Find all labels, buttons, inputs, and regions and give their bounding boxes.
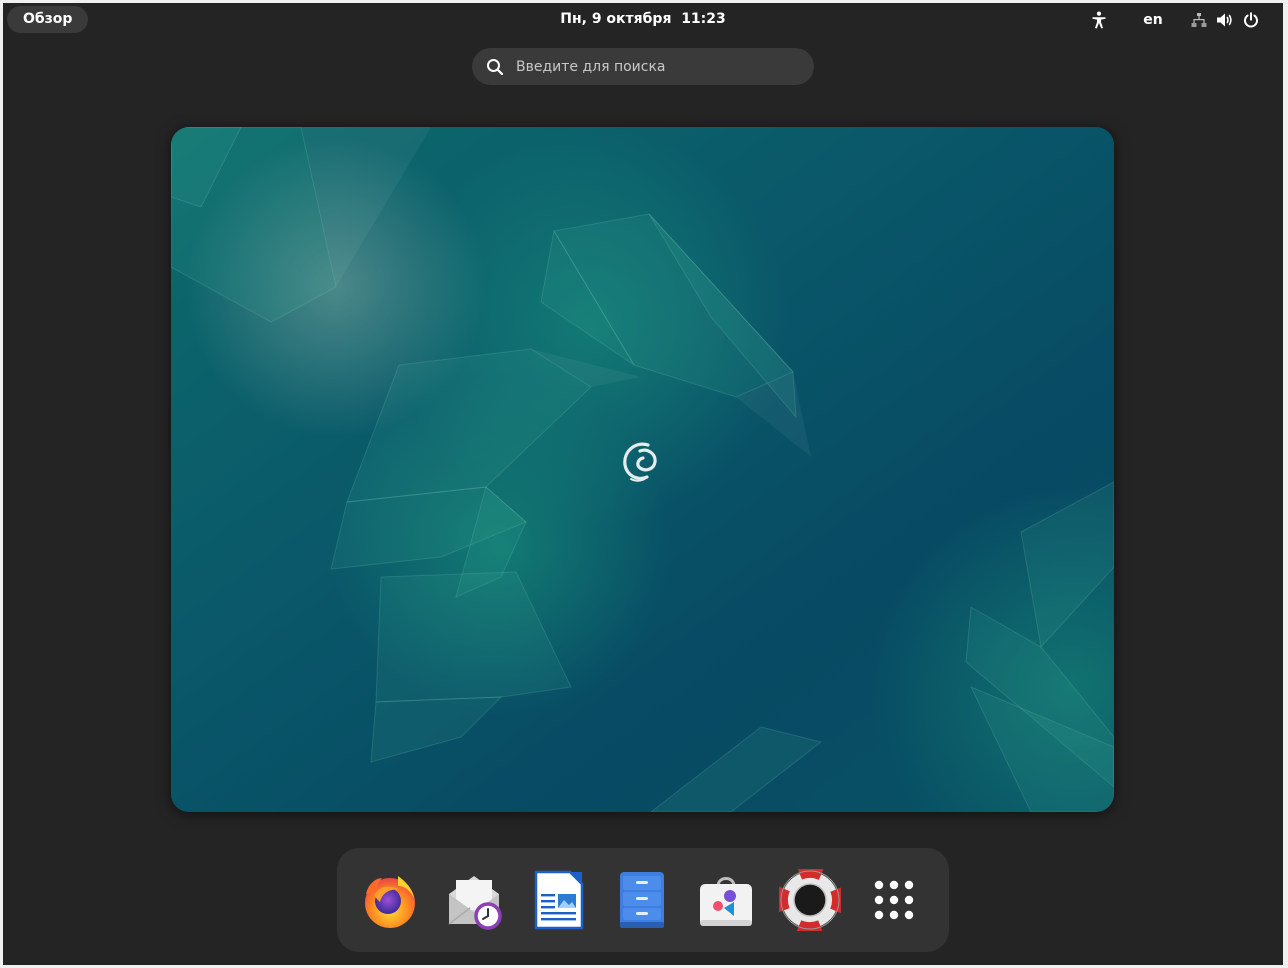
writer-document-icon <box>534 870 584 930</box>
dash-item-help[interactable] <box>774 864 846 936</box>
accessibility-icon <box>1089 10 1109 30</box>
dash-item-show-apps[interactable] <box>858 864 930 936</box>
top-bar: Обзор Пн, 9 октября 11:23 en <box>3 3 1283 37</box>
network-wired-icon <box>1189 10 1209 30</box>
dash-item-files[interactable] <box>606 864 678 936</box>
dash-item-software[interactable] <box>690 864 762 936</box>
software-store-icon <box>700 877 752 926</box>
app-grid-icon <box>874 880 914 920</box>
workspace-thumbnail[interactable] <box>171 127 1114 812</box>
clock-datetime[interactable]: Пн, 9 октября 11:23 <box>560 11 726 27</box>
lifebuoy-icon <box>779 869 841 931</box>
language-label: en <box>1143 12 1163 28</box>
firefox-icon <box>365 876 415 928</box>
desktop-screen: Обзор Пн, 9 октября 11:23 en <box>3 3 1283 965</box>
dash-item-libreoffice-writer[interactable] <box>522 864 594 936</box>
input-source-indicator[interactable]: en <box>1135 3 1171 37</box>
search-entry[interactable] <box>472 48 814 85</box>
dash-item-evolution[interactable] <box>438 864 510 936</box>
system-status-menu[interactable] <box>1189 3 1279 37</box>
volume-icon <box>1215 10 1235 30</box>
file-cabinet-icon <box>620 872 664 928</box>
accessibility-menu[interactable] <box>1086 3 1112 37</box>
activities-button[interactable]: Обзор <box>7 6 89 33</box>
dash <box>337 848 949 952</box>
mail-clock-icon <box>448 876 502 930</box>
power-icon <box>1241 10 1261 30</box>
search-icon <box>485 57 505 77</box>
dash-item-firefox[interactable] <box>354 864 426 936</box>
wallpaper-image <box>171 127 1114 812</box>
search-input[interactable] <box>514 57 800 76</box>
